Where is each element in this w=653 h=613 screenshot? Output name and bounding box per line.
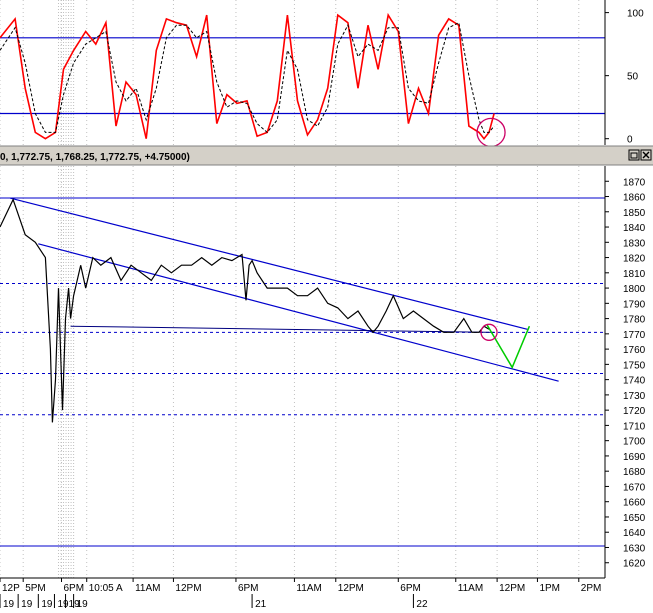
price-ytick-label: 1820 bbox=[623, 254, 646, 265]
price-panel: 1870 1860 1850 1840 1830 1820 1810 1800 1790 1780… bbox=[0, 166, 646, 578]
price-ytick-label: 1680 bbox=[623, 467, 646, 478]
time-axis: 12P 5PM 6PM 10:05 A 11AM 12PM 6PM 11AM 12PM 6PM 11… bbox=[0, 577, 605, 610]
date-label: 19 bbox=[41, 599, 53, 610]
xtick-label: 5PM bbox=[25, 583, 46, 594]
xtick-label: 12PM bbox=[338, 583, 364, 594]
price-ytick-label: 1690 bbox=[623, 452, 646, 463]
price-ytick-label: 1740 bbox=[623, 376, 646, 387]
date-label: 21 bbox=[255, 599, 267, 610]
price-ytick-label: 1710 bbox=[623, 421, 646, 432]
xtick-label: 6PM bbox=[238, 583, 259, 594]
date-labels: 1919191919192122 bbox=[0, 594, 428, 610]
date-label: 19 bbox=[57, 599, 69, 610]
price-ytick-label: 1860 bbox=[623, 193, 646, 204]
price-ytick-label: 1840 bbox=[623, 223, 646, 234]
oscillator-panel: 100 50 0 bbox=[0, 0, 644, 148]
xtick-label: 2PM bbox=[581, 583, 602, 594]
xtick-label: 11AM bbox=[135, 583, 160, 594]
x-ticks: 12P 5PM 6PM 10:05 A 11AM 12PM 6PM 11AM 12PM 6PM 11… bbox=[0, 578, 601, 594]
chart-canvas: 100 50 0 0, 1,772.75, 1,768.25, 1,772.75, … bbox=[0, 0, 653, 610]
price-ytick-label: 1670 bbox=[623, 482, 646, 493]
price-ytick-label: 1830 bbox=[623, 238, 646, 249]
price-ytick-label: 1730 bbox=[623, 391, 646, 402]
xtick-label: 12PM bbox=[499, 583, 525, 594]
price-ytick-label: 1850 bbox=[623, 208, 646, 219]
xtick-label: 6PM bbox=[64, 583, 85, 594]
price-ytick-label: 1630 bbox=[623, 543, 646, 554]
ohlc-readout: 0, 1,772.75, 1,768.25, 1,772.75, +4.7500… bbox=[0, 152, 190, 163]
osc-ytick-label: 0 bbox=[627, 135, 633, 146]
xtick-label: 11AM bbox=[458, 583, 483, 594]
oscillator-y-ticks: 100 50 0 bbox=[605, 9, 644, 146]
price-y-ticks: 1870 1860 1850 1840 1830 1820 1810 1800 1790 1780… bbox=[605, 177, 646, 570]
xtick-label: 10:05 A bbox=[89, 583, 123, 594]
restore-icon[interactable] bbox=[628, 149, 640, 161]
chart-window: 100 50 0 0, 1,772.75, 1,768.25, 1,772.75, … bbox=[0, 0, 653, 613]
price-ytick-label: 1790 bbox=[623, 299, 646, 310]
date-label: 22 bbox=[416, 599, 428, 610]
xtick-label: 12PM bbox=[175, 583, 201, 594]
close-icon[interactable] bbox=[640, 149, 652, 161]
date-label: 19 bbox=[77, 599, 89, 610]
price-ytick-label: 1700 bbox=[623, 437, 646, 448]
xtick-label: 6PM bbox=[400, 583, 421, 594]
xtick-label: 1PM bbox=[539, 583, 560, 594]
price-ytick-label: 1770 bbox=[623, 330, 646, 341]
xtick-label: 12P bbox=[2, 583, 20, 594]
price-ytick-label: 1810 bbox=[623, 269, 646, 280]
xtick-label: 11AM bbox=[296, 583, 321, 594]
price-ytick-label: 1650 bbox=[623, 513, 646, 524]
date-label: 19 bbox=[21, 599, 33, 610]
price-ytick-label: 1870 bbox=[623, 177, 646, 188]
price-ytick-label: 1760 bbox=[623, 345, 646, 356]
price-ytick-label: 1620 bbox=[623, 559, 646, 570]
date-label: 19 bbox=[3, 599, 15, 610]
osc-ytick-label: 100 bbox=[627, 9, 644, 20]
price-ytick-label: 1750 bbox=[623, 360, 646, 371]
price-ytick-label: 1800 bbox=[623, 284, 646, 295]
price-plot-area bbox=[0, 166, 605, 578]
price-ytick-label: 1640 bbox=[623, 528, 646, 539]
price-ytick-label: 1780 bbox=[623, 315, 646, 326]
price-panel-header: 0, 1,772.75, 1,768.25, 1,772.75, +4.7500… bbox=[0, 145, 653, 166]
oscillator-plot-area bbox=[0, 0, 605, 145]
price-ytick-label: 1720 bbox=[623, 406, 646, 417]
osc-ytick-label: 50 bbox=[627, 72, 639, 83]
price-ytick-label: 1660 bbox=[623, 498, 646, 509]
